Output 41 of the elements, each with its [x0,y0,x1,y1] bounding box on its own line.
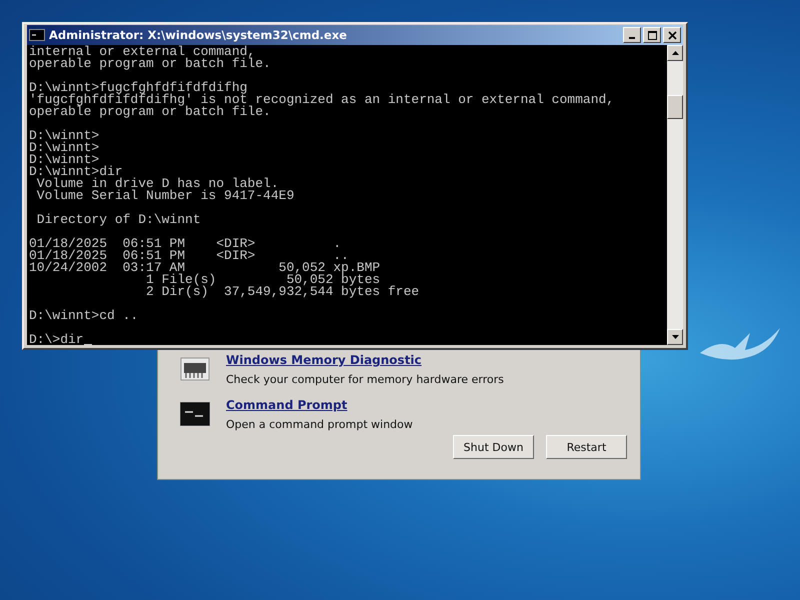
up-arrow-icon [672,51,678,55]
console-line: internal or external command, [29,46,256,58]
minimize-button[interactable] [623,27,641,43]
console-line: D:\winnt>cd .. [29,310,138,322]
console-line: D:\winnt> [29,130,100,142]
maximize-icon [648,30,656,40]
console-line: 'fugcfghfdfifdfdifhg' is not recognized as an internal or external command, [29,94,614,106]
console-line: 1 File(s) 50,052 bytes [145,274,380,286]
console-line: D:\winnt> [29,142,100,154]
scrollbar[interactable] [667,45,683,345]
tool-link[interactable]: Command Prompt [226,398,413,412]
console-line: Volume Serial Number is 9417-44E9 [36,190,294,202]
scroll-up-button[interactable] [667,45,683,61]
console-line: 01/18/2025 06:51 PM <DIR> . [29,238,342,250]
minimize-icon [629,37,635,39]
console-line: Directory of D:\winnt [36,214,201,226]
console-line: D:\>dir [29,334,84,345]
command-prompt-icon [180,402,210,426]
tool-description: Check your computer for memory hardware errors [226,373,504,386]
dialog-button[interactable]: Shut Down [453,435,534,459]
console-line: 01/18/2025 06:51 PM <DIR> .. [29,250,349,262]
tool-description: Open a command prompt window [226,418,413,431]
console-line: D:\winnt>dir [29,166,123,178]
console-line: operable program or batch file. [29,58,271,70]
console-icon [29,29,45,41]
down-arrow-icon [672,335,678,339]
console-line: 10/24/2002 03:17 AM 50,052 xp.BMP [29,262,380,274]
window-title: Administrator: X:\windows\system32\cmd.exe [49,28,348,42]
close-button[interactable] [663,27,681,43]
console-line: Volume in drive D has no label. [36,178,279,190]
memory-chip-icon [180,357,210,381]
console-line: D:\winnt> [29,154,100,166]
dialog-button[interactable]: Restart [546,435,627,459]
console-line: D:\winnt>fugcfghfdfifdfdifhg [29,82,248,94]
console-line: 2 Dir(s) 37,549,932,544 bytes free [145,286,420,298]
console-line: operable program or batch file. [29,106,271,118]
close-icon [668,30,676,40]
maximize-button[interactable] [643,27,661,43]
scroll-down-button[interactable] [667,329,683,345]
tool-link[interactable]: Windows Memory Diagnostic [226,353,504,367]
scroll-thumb[interactable] [667,95,683,119]
